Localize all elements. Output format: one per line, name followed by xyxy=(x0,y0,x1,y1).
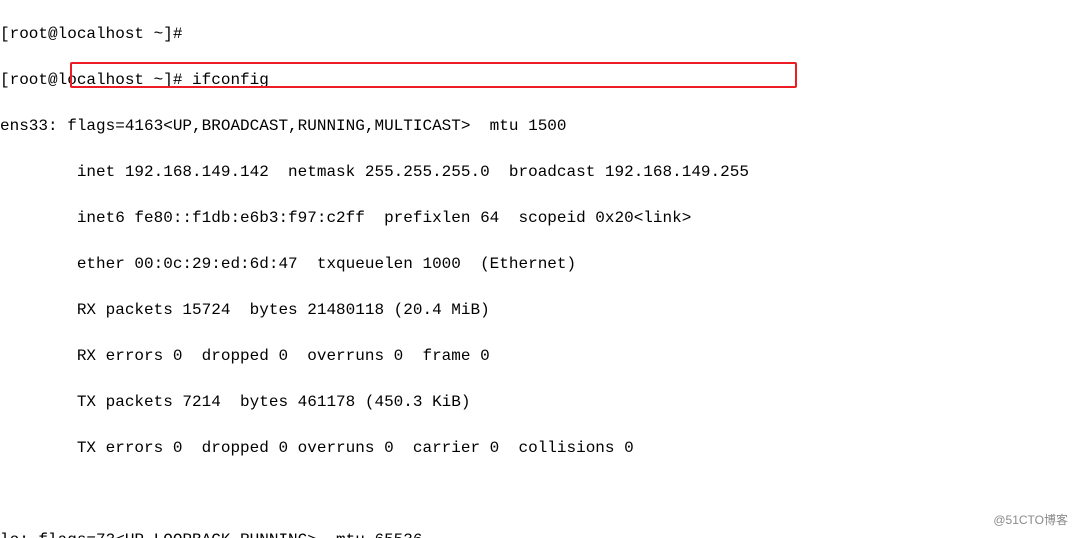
ens33-ether: ether 00:0c:29:ed:6d:47 txqueuelen 1000 … xyxy=(0,253,1074,276)
ens33-rx-errors: RX errors 0 dropped 0 overruns 0 frame 0 xyxy=(0,345,1074,368)
ens33-rx-packets: RX packets 15724 bytes 21480118 (20.4 Mi… xyxy=(0,299,1074,322)
watermark-text: @51CTO博客 xyxy=(993,509,1068,532)
command-line: [root@localhost ~]# ifconfig xyxy=(0,69,1074,92)
ens33-inet: inet 192.168.149.142 netmask 255.255.255… xyxy=(0,161,1074,184)
terminal-output[interactable]: [root@localhost ~]# [root@localhost ~]# … xyxy=(0,0,1074,538)
lo-header: lo: flags=73<UP,LOOPBACK,RUNNING> mtu 65… xyxy=(0,529,1074,538)
ens33-header: ens33: flags=4163<UP,BROADCAST,RUNNING,M… xyxy=(0,115,1074,138)
ens33-tx-packets: TX packets 7214 bytes 461178 (450.3 KiB) xyxy=(0,391,1074,414)
ens33-tx-errors: TX errors 0 dropped 0 overruns 0 carrier… xyxy=(0,437,1074,460)
ens33-inet6: inet6 fe80::f1db:e6b3:f97:c2ff prefixlen… xyxy=(0,207,1074,230)
blank-line xyxy=(0,483,1074,506)
prompt-line: [root@localhost ~]# xyxy=(0,23,1074,46)
